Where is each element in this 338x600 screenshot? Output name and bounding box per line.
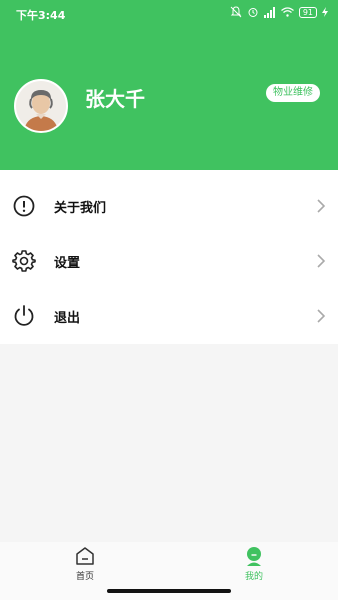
wifi-icon: [280, 7, 294, 17]
chevron-right-icon: [317, 199, 326, 213]
profile-icon: [247, 547, 261, 566]
menu-item-label: 设置: [54, 255, 81, 271]
chevron-right-icon: [317, 309, 326, 323]
settings-menu: 关于我们 设置 退出: [0, 170, 338, 344]
battery-icon: 91: [298, 6, 317, 18]
status-time: 下午3:44: [16, 9, 66, 22]
home-icon: [76, 547, 94, 565]
tab-home[interactable]: 首页: [55, 546, 115, 592]
role-badge: 物业维修: [266, 84, 320, 102]
signal-icon: [263, 6, 276, 18]
user-name: 张大千: [85, 87, 145, 111]
tab-label: 我的: [244, 572, 263, 582]
charging-icon: [322, 7, 328, 17]
status-icons: 91: [230, 6, 328, 18]
battery-level: 91: [302, 7, 313, 17]
tab-profile[interactable]: 我的: [224, 546, 284, 592]
tab-label: 首页: [75, 572, 94, 582]
menu-item-settings[interactable]: 设置: [0, 233, 338, 289]
avatar[interactable]: [14, 79, 68, 133]
status-bar: 下午3:44 91: [0, 0, 338, 28]
gear-icon: [12, 250, 36, 272]
menu-item-label: 关于我们: [54, 200, 107, 216]
avatar-image: [16, 81, 66, 131]
menu-item-about[interactable]: 关于我们: [0, 178, 338, 234]
alarm-icon: [247, 6, 259, 18]
mute-icon: [230, 6, 242, 18]
menu-item-label: 退出: [54, 310, 81, 326]
menu-item-logout[interactable]: 退出: [0, 288, 338, 344]
info-icon: [13, 195, 35, 217]
power-icon: [14, 305, 34, 326]
chevron-right-icon: [317, 254, 326, 268]
home-indicator[interactable]: [107, 589, 231, 593]
profile-header: 下午3:44 91 张大千 物业维修: [0, 0, 338, 170]
